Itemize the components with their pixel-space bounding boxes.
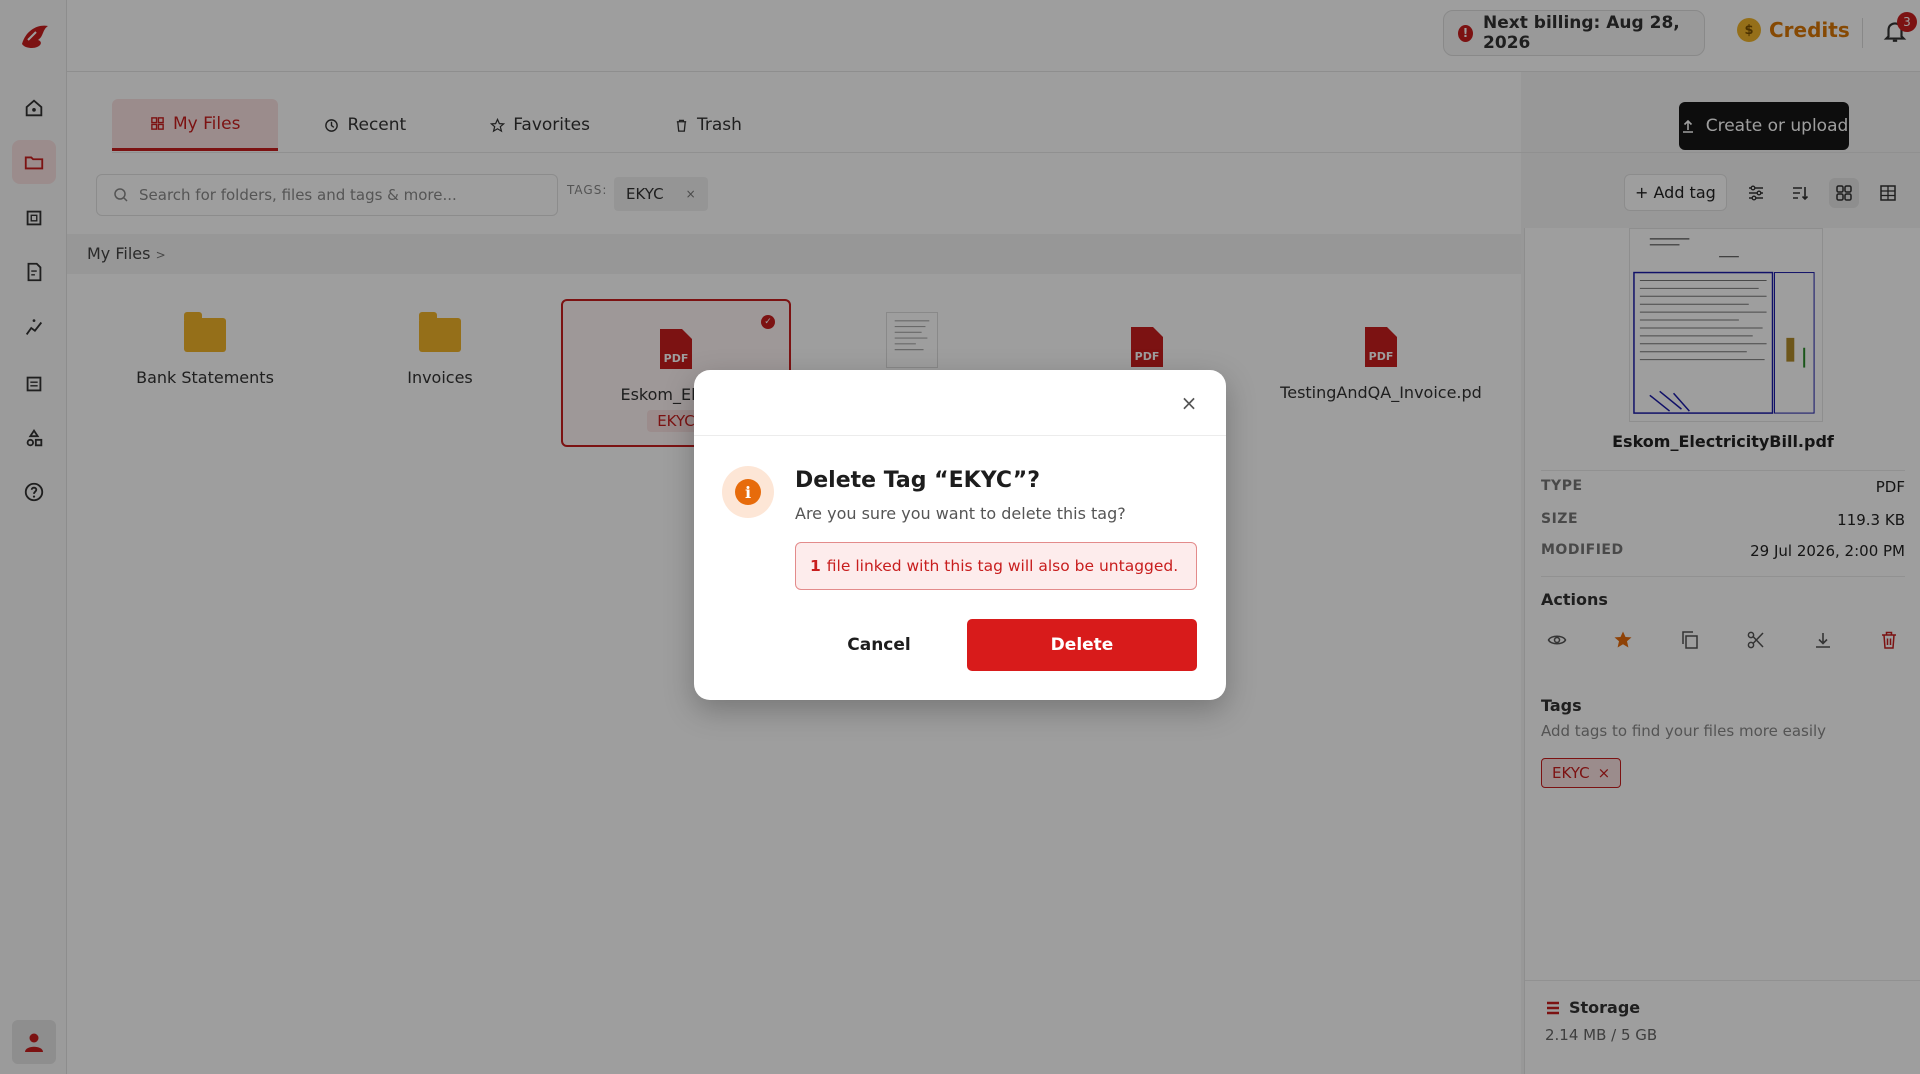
dialog-subtitle: Are you sure you want to delete this tag… (795, 504, 1126, 523)
delete-tag-dialog: × i Delete Tag “EKYC”? Are you sure you … (694, 370, 1226, 700)
delete-button[interactable]: Delete (967, 619, 1197, 671)
info-icon: i (735, 479, 761, 505)
dialog-header: × (694, 370, 1226, 436)
untag-warning-text: file linked with this tag will also be u… (826, 557, 1179, 575)
info-icon-wrapper: i (722, 466, 774, 518)
affected-file-count: 1 (810, 557, 821, 575)
close-icon[interactable]: × (1178, 391, 1200, 415)
dialog-title: Delete Tag “EKYC”? (795, 468, 1041, 493)
untag-warning: 1 file linked with this tag will also be… (795, 542, 1197, 590)
cancel-button[interactable]: Cancel (795, 619, 963, 671)
